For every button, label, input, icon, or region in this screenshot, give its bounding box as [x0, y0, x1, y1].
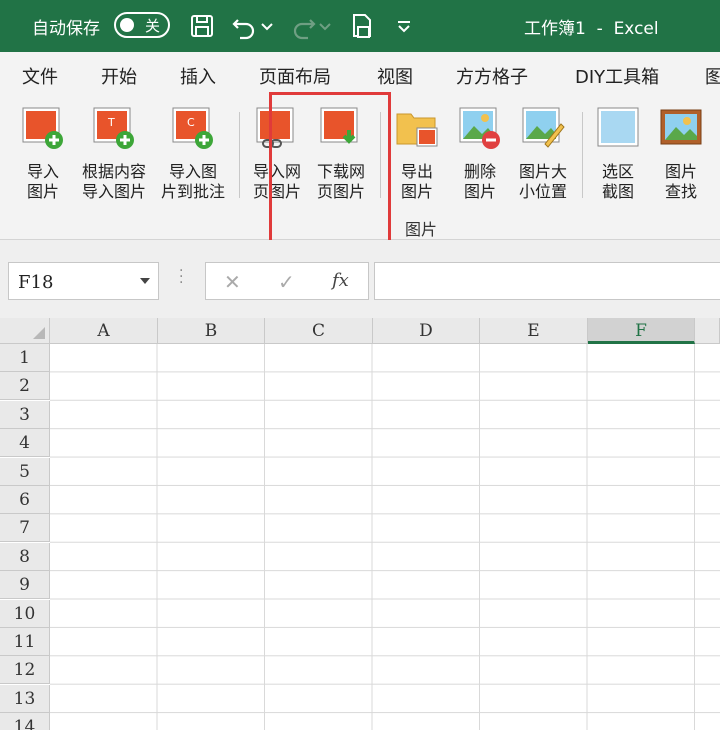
save-icon[interactable] [188, 12, 216, 40]
ribbon-group-label: 图片 [405, 220, 438, 239]
confirm-icon[interactable]: ✓ [278, 270, 295, 294]
import-picture-icon [22, 107, 63, 149]
import-to-comment-button[interactable]: C 导入图 片到批注 [161, 104, 225, 208]
row-header-9[interactable]: 9 [0, 571, 50, 599]
tab-view[interactable]: 视图 [377, 63, 413, 89]
tab-diy-toolbox[interactable]: DIY工具箱 [575, 63, 659, 89]
selection-screenshot-icon [597, 107, 639, 147]
import-by-content-icon: T [93, 107, 134, 149]
column-header-g[interactable] [695, 318, 720, 344]
ribbon-separator [239, 112, 240, 198]
svg-text:C: C [187, 116, 195, 129]
find-picture-icon [660, 109, 702, 145]
import-to-comment-label: 导入图 片到批注 [160, 162, 225, 201]
highlight-box [269, 92, 391, 246]
drag-handle-icon[interactable]: · · · [179, 264, 183, 290]
export-picture-icon [396, 113, 438, 147]
name-box[interactable]: F18 [8, 262, 159, 300]
import-by-content-button[interactable]: T 根据内容 导入图片 [82, 104, 146, 208]
formula-buttons: ✕ ✓ fx [205, 262, 369, 300]
row-header-5[interactable]: 5 [0, 458, 50, 486]
cell-area[interactable] [50, 344, 720, 730]
tab-picture[interactable]: 图 [705, 63, 720, 89]
selection-screenshot-button[interactable]: 选区 截图 [594, 104, 642, 208]
delete-picture-button[interactable]: 删除 图片 [456, 104, 504, 208]
column-header-e[interactable]: E [480, 318, 588, 344]
row-header-1[interactable]: 1 [0, 344, 50, 372]
tab-file[interactable]: 文件 [22, 63, 58, 89]
export-picture-label: 导出 图片 [400, 162, 433, 201]
row-header-8[interactable]: 8 [0, 543, 50, 571]
autosave-state: 关 [145, 17, 161, 35]
column-header-d[interactable]: D [373, 318, 480, 344]
row-header-11[interactable]: 11 [0, 628, 50, 656]
row-header-7[interactable]: 7 [0, 514, 50, 542]
toggle-knob [120, 18, 134, 32]
row-header-4[interactable]: 4 [0, 429, 50, 457]
document-title: 工作簿1 - Excel [524, 19, 659, 39]
tab-insert[interactable]: 插入 [180, 63, 216, 89]
redo-icon [293, 19, 316, 40]
row-header-14[interactable]: 14 [0, 713, 50, 730]
customize-dropdown-icon[interactable] [394, 12, 414, 40]
row-header-3[interactable]: 3 [0, 401, 50, 429]
sheet-grid: A B C D E F 1 2 3 4 5 6 7 8 9 10 11 12 1… [0, 318, 720, 730]
import-by-content-label: 根据内容 导入图片 [81, 162, 146, 201]
cancel-icon[interactable]: ✕ [224, 270, 241, 294]
find-picture-label: 图片 查找 [664, 162, 697, 201]
picture-size-position-icon [522, 107, 565, 148]
tab-home[interactable]: 开始 [101, 63, 137, 89]
column-header-a[interactable]: A [50, 318, 158, 344]
import-picture-label: 导入 图片 [26, 162, 59, 201]
selection-screenshot-label: 选区 截图 [601, 162, 634, 201]
select-all-icon [33, 327, 45, 339]
delete-picture-label: 删除 图片 [463, 162, 496, 201]
autosave-toggle[interactable]: 关 [114, 12, 170, 38]
column-header-c[interactable]: C [265, 318, 373, 344]
autosave-label: 自动保存 [32, 19, 100, 39]
formula-input[interactable] [374, 262, 720, 300]
select-all-button[interactable] [0, 318, 50, 344]
delete-picture-icon [459, 107, 500, 149]
picture-size-position-label: 图片大 小位置 [518, 162, 567, 201]
import-to-comment-icon: C [172, 107, 213, 149]
row-header-6[interactable]: 6 [0, 486, 50, 514]
tab-fangfang-gezi[interactable]: 方方格子 [456, 63, 528, 89]
import-picture-button[interactable]: 导入 图片 [18, 104, 68, 208]
title-bar: 自动保存 关 工作簿1 - Excel [0, 0, 720, 52]
find-picture-button[interactable]: 图片 查找 [657, 104, 705, 208]
row-header-12[interactable]: 12 [0, 656, 50, 684]
picture-size-position-button[interactable]: 图片大 小位置 [514, 104, 572, 208]
svg-text:T: T [107, 116, 115, 129]
tab-page-layout[interactable]: 页面布局 [259, 63, 331, 89]
name-box-value: F18 [18, 272, 54, 293]
column-header-f[interactable]: F [588, 318, 695, 344]
insert-function-icon[interactable]: fx [332, 270, 349, 291]
print-preview-icon[interactable] [348, 12, 376, 40]
formula-bar: F18 · · · ✕ ✓ fx [0, 240, 720, 318]
row-header-13[interactable]: 13 [0, 685, 50, 713]
row-header-2[interactable]: 2 [0, 372, 50, 400]
redo-dropdown-icon [319, 23, 331, 31]
column-header-b[interactable]: B [158, 318, 265, 344]
row-header-10[interactable]: 10 [0, 600, 50, 628]
undo-icon[interactable] [230, 12, 258, 40]
chevron-down-icon[interactable] [140, 278, 150, 284]
export-picture-button[interactable]: 导出 图片 [393, 104, 441, 208]
ribbon-separator [582, 112, 583, 198]
undo-dropdown-icon[interactable] [258, 12, 276, 40]
